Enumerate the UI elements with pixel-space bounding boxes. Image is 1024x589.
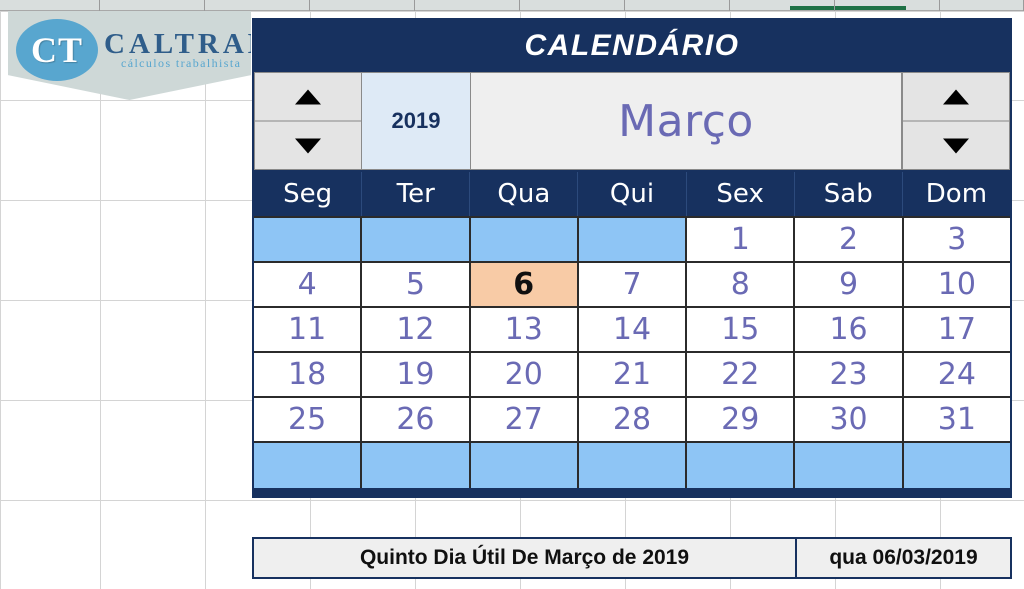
calendar-week-row: 11 12 13 14 15 16 17 (254, 308, 1010, 353)
calendar-empty-cell (578, 443, 688, 488)
column-header-cell[interactable] (310, 0, 415, 11)
year-decrement-button[interactable] (255, 120, 361, 169)
weekday-header-dom: Dom (925, 179, 988, 209)
calendar-empty-cell (903, 443, 1010, 488)
calendar-day-cell[interactable]: 15 (687, 308, 796, 353)
calendar-day-cell[interactable]: 4 (254, 263, 363, 308)
caret-down-icon (943, 138, 969, 153)
calendar-day-cell[interactable]: 5 (362, 263, 471, 308)
status-date: qua 06/03/2019 (829, 546, 978, 569)
calendar-empty-cell (254, 218, 363, 263)
calendar-day-cell[interactable]: 31 (903, 398, 1010, 443)
calendar-navigation-row: 2019 Março (254, 72, 1010, 172)
column-header-cell[interactable] (415, 0, 520, 11)
gridline-horizontal (0, 500, 1024, 501)
calendar-day-cell[interactable]: 18 (254, 353, 363, 398)
calendar-day-cell[interactable]: 14 (578, 308, 688, 353)
calendar-week-row: 25 26 27 28 29 30 31 (254, 398, 1010, 443)
year-spinner[interactable] (254, 72, 362, 170)
caret-up-icon (943, 89, 969, 104)
month-label: Março (618, 95, 754, 147)
calendar-day-cell[interactable]: 3 (903, 218, 1010, 263)
weekday-header-qua: Qua (470, 172, 579, 216)
calendar-day-cell[interactable]: 30 (795, 398, 904, 443)
weekday-header-row: Seg Ter Qua Qui Sex Sab Dom (254, 172, 1010, 216)
calendar-empty-cell (687, 443, 796, 488)
calendar-week-row: 123 (254, 218, 1010, 263)
calendar-empty-cell (470, 443, 579, 488)
calendar-day-cell[interactable]: 28 (578, 398, 688, 443)
status-bar: Quinto Dia Útil De Março de 2019 qua 06/… (252, 537, 1012, 579)
calendar-day-cell[interactable]: 16 (795, 308, 904, 353)
weekday-header-sex: Sex (687, 172, 795, 216)
calendar-day-cell[interactable]: 26 (362, 398, 471, 443)
column-header-cell[interactable] (940, 0, 1024, 11)
logo-ellipse-icon: CT (16, 19, 98, 81)
calendar-day-cell[interactable]: 24 (903, 353, 1010, 398)
calendar-day-selected[interactable]: 6 (470, 263, 579, 308)
calendar-day-cell[interactable]: 23 (795, 353, 904, 398)
calendar-week-row: 18 19 20 21 22 23 24 (254, 353, 1010, 398)
calendar-day-grid: 1 2 3 4 5 6 7 8 9 10 11 12 13 14 15 16 17 18 19 20 21 22 23 24 2… (254, 216, 1010, 488)
column-header-cell[interactable] (0, 0, 100, 11)
calendar-empty-cell (254, 443, 363, 488)
calendar-day-cell[interactable]: 13 (470, 308, 579, 353)
month-spinner[interactable] (902, 72, 1010, 170)
column-header-cell[interactable] (100, 0, 205, 11)
column-header-cell[interactable] (835, 0, 940, 11)
calendar-empty-cell (795, 443, 904, 488)
caret-up-icon (295, 89, 321, 104)
weekday-header-seg: Seg (254, 172, 363, 216)
calendar-day-cell[interactable]: 27 (470, 398, 579, 443)
column-header-cell[interactable] (205, 0, 310, 11)
calendar-day-cell[interactable]: 21 (578, 353, 688, 398)
calendar-day-cell[interactable]: 17 (903, 308, 1010, 353)
calendar-day-cell[interactable]: 20 (470, 353, 579, 398)
calendar-widget: CALENDÁRIO 2019 Março Seg Ter Qua Qui Sex Sab… (252, 18, 1012, 498)
calendar-day-cell[interactable]: 2 (795, 218, 904, 263)
calendar-day-cell[interactable]: 25 (254, 398, 363, 443)
calendar-week-row (254, 443, 1010, 488)
weekday-header-sab: Sab (795, 172, 903, 216)
calendar-day-cell[interactable]: 7 (578, 263, 688, 308)
year-increment-button[interactable] (255, 73, 361, 120)
weekday-header-ter: Ter (362, 172, 471, 216)
calendar-empty-cell (578, 218, 688, 263)
month-display[interactable]: Março (470, 72, 902, 170)
spreadsheet-column-header-strip (0, 0, 1024, 11)
calendar-day-cell[interactable]: 29 (687, 398, 796, 443)
calendar-empty-cell (362, 218, 471, 263)
calendar-title: CALENDÁRIO (254, 20, 1010, 72)
logo-tagline: cálculos trabalhista (121, 56, 242, 70)
month-decrement-button[interactable] (903, 120, 1009, 169)
calendar-day-cell[interactable]: 8 (687, 263, 796, 308)
column-header-cell[interactable] (625, 0, 730, 11)
column-header-cell[interactable] (520, 0, 625, 11)
calendar-day-cell[interactable]: 12 (362, 308, 471, 353)
logo-initials: CT (30, 30, 83, 70)
month-increment-button[interactable] (903, 73, 1009, 120)
calendar-empty-cell (362, 443, 471, 488)
calendar-empty-cell (470, 218, 579, 263)
caret-down-icon (295, 138, 321, 153)
calendar-day-cell[interactable]: 19 (362, 353, 471, 398)
calendar-day-cell[interactable]: 1 (687, 218, 796, 263)
calendar-day-cell[interactable]: 9 (795, 263, 904, 308)
status-label: Quinto Dia Útil De Março de 2019 (254, 539, 797, 577)
weekday-header-qui: Qui (578, 172, 687, 216)
year-display[interactable]: 2019 (362, 72, 470, 170)
column-header-cell[interactable] (730, 0, 835, 11)
calendar-day-cell[interactable]: 10 (903, 263, 1010, 308)
calendar-day-cell[interactable]: 11 (254, 308, 363, 353)
calendar-week-row: 4 5 6 7 8 9 10 (254, 263, 1010, 308)
calendar-day-cell[interactable]: 22 (687, 353, 796, 398)
